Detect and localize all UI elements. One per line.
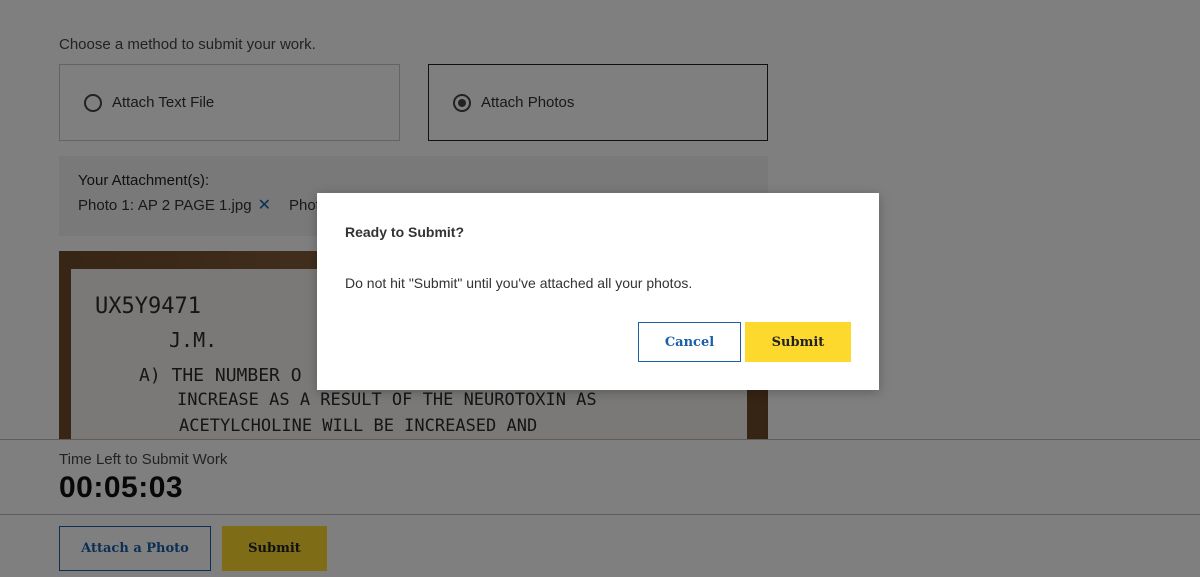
dialog-title: Ready to Submit? xyxy=(345,224,465,240)
dialog-submit-button[interactable]: Submit xyxy=(745,322,851,362)
confirm-submit-dialog: Ready to Submit? Do not hit "Submit" unt… xyxy=(317,193,879,390)
cancel-button[interactable]: Cancel xyxy=(638,322,741,362)
dialog-message: Do not hit "Submit" until you've attache… xyxy=(345,275,693,291)
